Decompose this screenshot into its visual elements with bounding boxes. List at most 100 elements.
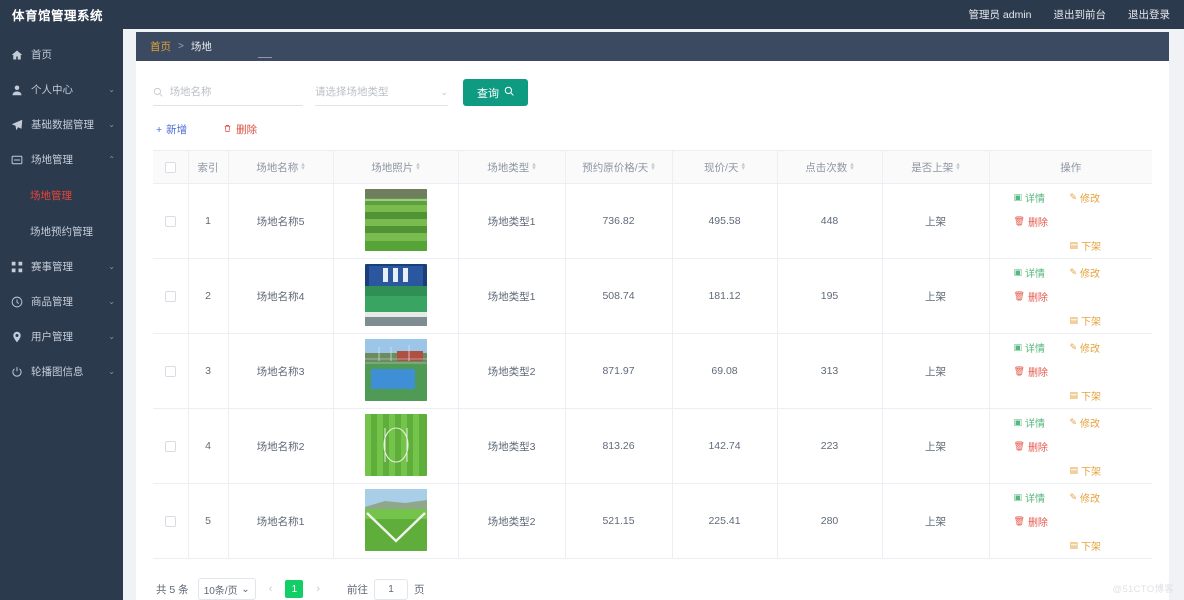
chevron-down-icon: ⌄: [440, 86, 448, 97]
venue-type-select[interactable]: ⌄: [315, 80, 448, 106]
col-type[interactable]: 场地类型 ▴ ▾: [458, 150, 566, 184]
venue-name-field[interactable]: [153, 80, 303, 106]
document-icon: ▣: [1013, 191, 1023, 202]
sidebar-item-home[interactable]: 首页: [0, 37, 123, 72]
sort-icon[interactable]: ▴ ▾: [741, 161, 745, 172]
exit-to-frontend-link[interactable]: 退出到前台: [1054, 7, 1107, 22]
row-select-cell: [153, 333, 189, 409]
row-type-cell: 场地类型1: [458, 258, 566, 334]
edit-label: 修改: [1080, 418, 1101, 430]
edit-button[interactable]: ✎ 修改: [1070, 415, 1126, 430]
edit-button[interactable]: ✎ 修改: [1070, 490, 1126, 505]
delete-button[interactable]: 🗑 删除: [1014, 514, 1066, 529]
next-page-button[interactable]: ›: [312, 583, 324, 595]
row-type-cell: 场地类型2: [458, 483, 566, 559]
delete-button[interactable]: 🗑 删除: [1014, 439, 1066, 454]
row-index-cell: 1: [188, 183, 229, 259]
venue-table-wrapper: 索引 场地名称 ▴ ▾ 场地照片 ▴ ▾ 场地类型 ▴ ▾ 预约原价格/天 ▴ …: [136, 150, 1169, 566]
detail-button[interactable]: ▣ 详情: [1014, 265, 1070, 280]
col-clicks[interactable]: 点击次数 ▴ ▾: [777, 150, 883, 184]
edit-button[interactable]: ✎ 修改: [1070, 190, 1126, 205]
search-input[interactable]: [169, 86, 303, 98]
select-all-checkbox[interactable]: [164, 161, 176, 173]
row-name-cell: 场地名称1: [228, 483, 334, 559]
prev-page-button[interactable]: ‹: [265, 583, 277, 595]
venue-thumbnail[interactable]: [364, 338, 427, 401]
detail-button[interactable]: ▣ 详情: [1014, 415, 1070, 430]
row-clicks-cell: 195: [777, 258, 883, 334]
bulk-delete-button[interactable]: 删除: [223, 122, 257, 137]
pin-icon: [10, 330, 24, 344]
col-photo[interactable]: 场地照片 ▴ ▾: [333, 150, 459, 184]
plus-icon: +: [156, 123, 163, 136]
sidebar-item-event-management[interactable]: 赛事管理 ⌄: [0, 249, 123, 284]
off-shelf-label: 下架: [1081, 541, 1102, 553]
logout-link[interactable]: 退出登录: [1128, 7, 1170, 22]
delete-button[interactable]: 🗑 删除: [1014, 289, 1066, 304]
sort-icon[interactable]: ▴ ▾: [956, 161, 960, 172]
table-row: 1 场地名称5 场地类型1 736.82 495.58 448 上架 ▣ 详情: [153, 183, 1152, 259]
col-price[interactable]: 现价/天 ▴ ▾: [672, 150, 778, 184]
row-name-cell: 场地名称4: [228, 258, 334, 334]
sort-icon[interactable]: ▴ ▾: [532, 161, 536, 172]
breadcrumb-home-link[interactable]: 首页: [150, 39, 171, 54]
venue-thumbnail[interactable]: [364, 413, 427, 476]
sidebar-item-carousel-info[interactable]: 轮播图信息 ⌄: [0, 354, 123, 389]
current-user-label: 管理员 admin: [968, 9, 1032, 21]
edit-button[interactable]: ✎ 修改: [1070, 340, 1126, 355]
col-orig-price[interactable]: 预约原价格/天 ▴ ▾: [565, 150, 673, 184]
off-shelf-button[interactable]: ▤ 下架: [1070, 388, 1126, 403]
breadcrumb-current: 场地: [190, 41, 212, 53]
main-panel: 管理员 admin 退出到前台 退出登录 首页 > 场地 ⌄: [123, 0, 1184, 600]
sort-icon[interactable]: ▴ ▾: [416, 161, 420, 172]
col-listed[interactable]: 是否上架 ▴ ▾: [882, 150, 990, 184]
row-photo-cell: [333, 183, 459, 259]
page-number-1[interactable]: 1: [285, 580, 304, 598]
off-shelf-button[interactable]: ▤ 下架: [1070, 538, 1126, 553]
box-icon: ▤: [1069, 389, 1079, 400]
delete-button[interactable]: 🗑 删除: [1014, 364, 1066, 379]
sort-icon[interactable]: ▴ ▾: [651, 161, 655, 172]
page-size-select[interactable]: 10条/页 ⌄: [197, 578, 256, 600]
venue-thumbnail[interactable]: [364, 188, 427, 251]
row-checkbox[interactable]: [164, 440, 176, 452]
off-shelf-button[interactable]: ▤ 下架: [1070, 238, 1126, 253]
venue-type-input[interactable]: [315, 86, 441, 98]
row-checkbox[interactable]: [164, 215, 176, 227]
detail-button[interactable]: ▣ 详情: [1014, 490, 1070, 505]
search-button[interactable]: 查询: [463, 79, 528, 106]
detail-button[interactable]: ▣ 详情: [1014, 340, 1070, 355]
venue-thumbnail[interactable]: [364, 263, 427, 326]
row-select-cell: [153, 408, 189, 484]
action-bar: + 新增 删除: [136, 106, 1169, 150]
trash-icon: 🗑: [1013, 515, 1025, 526]
jump-input[interactable]: [374, 578, 409, 600]
sidebar-subitem-venue-management[interactable]: 场地管理: [0, 177, 123, 213]
sidebar-item-venue-management[interactable]: 场地管理 ⌃: [0, 142, 123, 177]
delete-button[interactable]: 🗑 删除: [1014, 214, 1066, 229]
sidebar-item-basic-data[interactable]: 基础数据管理 ⌄: [0, 107, 123, 142]
bulk-delete-label: 删除: [236, 124, 258, 136]
venue-thumbnail[interactable]: [364, 488, 427, 551]
edit-button[interactable]: ✎ 修改: [1070, 265, 1126, 280]
topbar: 管理员 admin 退出到前台 退出登录: [123, 0, 1184, 29]
sidebar-subitem-venue-booking[interactable]: 场地预约管理: [0, 213, 123, 249]
row-checkbox[interactable]: [164, 365, 176, 377]
jump-unit-label: 页: [414, 583, 425, 596]
row-orig-price-cell: 736.82: [565, 183, 673, 259]
off-shelf-button[interactable]: ▤ 下架: [1070, 463, 1126, 478]
sidebar-item-user-management[interactable]: 用户管理 ⌄: [0, 319, 123, 354]
row-checkbox[interactable]: [164, 515, 176, 527]
detail-button[interactable]: ▣ 详情: [1014, 190, 1070, 205]
sort-icon[interactable]: ▴ ▾: [850, 161, 854, 172]
sidebar-item-personal-center[interactable]: 个人中心 ⌄: [0, 72, 123, 107]
col-name[interactable]: 场地名称 ▴ ▾: [228, 150, 334, 184]
add-button[interactable]: + 新增: [156, 122, 187, 137]
delete-label: 删除: [1027, 442, 1048, 454]
power-icon: [10, 365, 24, 379]
off-shelf-button[interactable]: ▤ 下架: [1070, 313, 1126, 328]
sort-icon[interactable]: ▴ ▾: [301, 161, 305, 172]
row-operations-cell: ▣ 详情 ✎ 修改 🗑 删除 ▤ 下架: [989, 333, 1152, 409]
row-checkbox[interactable]: [164, 290, 176, 302]
sidebar-item-goods-management[interactable]: 商品管理 ⌄: [0, 284, 123, 319]
